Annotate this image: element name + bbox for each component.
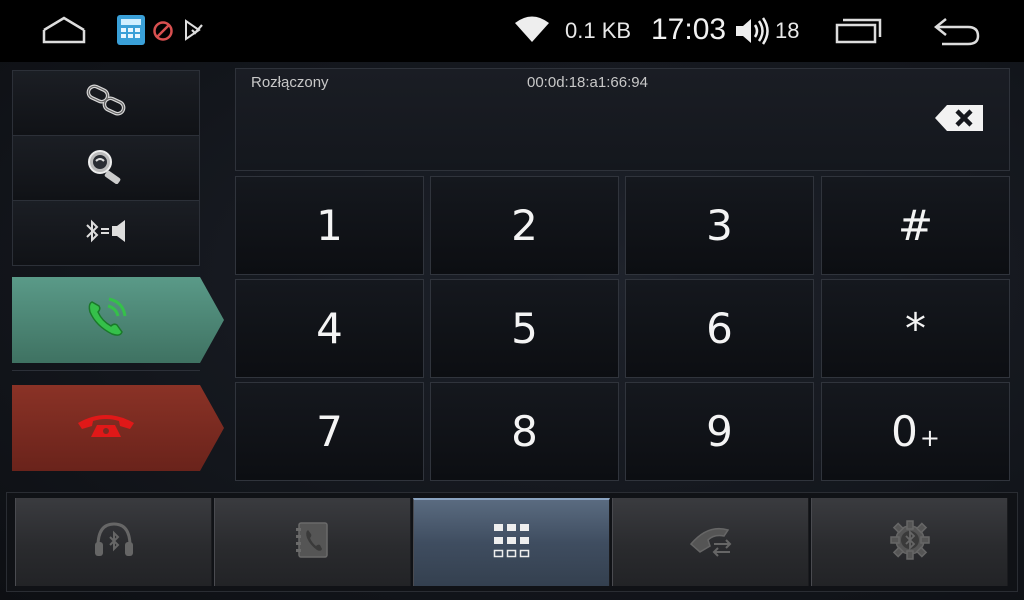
contacts-icon bbox=[293, 520, 333, 565]
key-9[interactable]: 9 bbox=[625, 382, 814, 481]
key-hash[interactable]: # bbox=[821, 176, 1010, 275]
audio-transfer-button[interactable] bbox=[12, 200, 200, 266]
download-check-icon bbox=[183, 19, 205, 41]
connection-status: Rozłączony bbox=[251, 74, 329, 91]
key-4[interactable]: 4 bbox=[235, 279, 424, 378]
device-address: 00:0d:18:a1:66:94 bbox=[527, 74, 648, 91]
side-button-column bbox=[12, 70, 224, 482]
status-bar: 0.1 KB 17:03 18 bbox=[0, 0, 1024, 62]
key-7[interactable]: 7 bbox=[235, 382, 424, 481]
hangup-icon bbox=[75, 409, 137, 448]
key-5[interactable]: 5 bbox=[430, 279, 619, 378]
blocked-icon bbox=[152, 20, 174, 42]
tab-bluetooth-music[interactable] bbox=[15, 498, 212, 586]
bottom-tab-bar bbox=[6, 492, 1018, 592]
tab-call-log[interactable] bbox=[612, 498, 809, 586]
dialpad: 1 2 3 # 4 5 6 * 7 8 9 0 + bbox=[235, 176, 1010, 482]
key-1[interactable]: 1 bbox=[235, 176, 424, 275]
call-log-icon bbox=[688, 522, 734, 563]
bluetooth-settings-icon bbox=[889, 519, 931, 566]
backspace-button[interactable] bbox=[933, 103, 985, 133]
bluetooth-music-icon bbox=[92, 520, 136, 565]
call-button[interactable] bbox=[12, 277, 224, 363]
key-star[interactable]: * bbox=[821, 279, 1010, 378]
tab-bluetooth-settings[interactable] bbox=[811, 498, 1008, 586]
search-device-button[interactable] bbox=[12, 135, 200, 201]
key-3[interactable]: 3 bbox=[625, 176, 814, 275]
volume-icon[interactable] bbox=[734, 16, 772, 46]
home-icon[interactable] bbox=[42, 14, 86, 46]
key-2[interactable]: 2 bbox=[430, 176, 619, 275]
call-display: Rozłączony 00:0d:18:a1:66:94 bbox=[235, 68, 1010, 171]
volume-level: 18 bbox=[775, 18, 800, 43]
bluetooth-audio-switch-icon bbox=[81, 216, 131, 251]
phone-screen: Rozłączony 00:0d:18:a1:66:94 1 2 3 # 4 5… bbox=[0, 62, 1024, 600]
backspace-icon bbox=[933, 105, 985, 137]
tab-contacts[interactable] bbox=[214, 498, 411, 586]
key-8[interactable]: 8 bbox=[430, 382, 619, 481]
search-device-icon bbox=[84, 148, 128, 189]
connect-button[interactable] bbox=[12, 70, 200, 136]
call-icon bbox=[84, 296, 128, 345]
dialpad-icon bbox=[492, 522, 532, 565]
network-speed: 0.1 KB bbox=[565, 18, 632, 43]
recents-icon[interactable] bbox=[834, 17, 882, 45]
phone-app-icon bbox=[116, 14, 146, 46]
wifi-icon bbox=[514, 16, 550, 44]
clock: 17:03 bbox=[651, 13, 727, 46]
key-6[interactable]: 6 bbox=[625, 279, 814, 378]
back-icon[interactable] bbox=[932, 15, 982, 47]
tab-dialpad[interactable] bbox=[413, 498, 610, 586]
link-icon bbox=[85, 84, 127, 123]
key-0-plus[interactable]: 0 + bbox=[821, 382, 1010, 481]
hangup-button[interactable] bbox=[12, 385, 224, 471]
